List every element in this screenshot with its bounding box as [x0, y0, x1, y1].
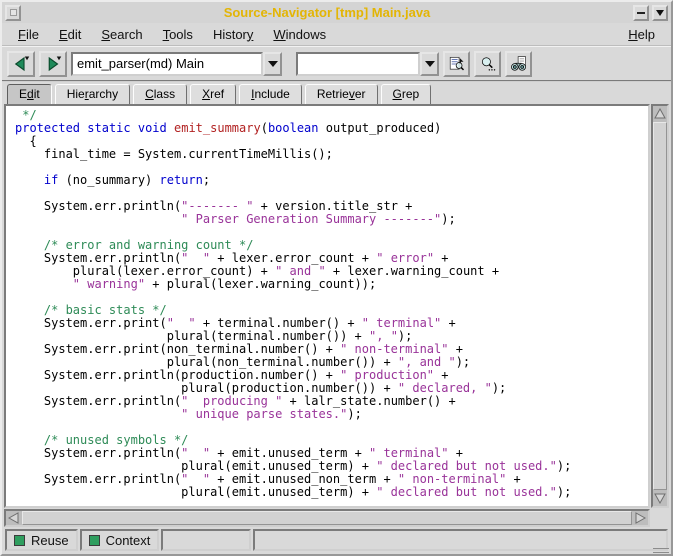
- retriever-binoculars-icon: [510, 53, 527, 75]
- tab-class[interactable]: Class: [133, 84, 187, 104]
- edit-document-icon: [448, 53, 465, 75]
- menu-file[interactable]: File: [8, 25, 49, 44]
- code-editor[interactable]: */protected static void emit_summary(boo…: [4, 104, 650, 508]
- context-toggle[interactable]: Context: [80, 529, 160, 551]
- forward-arrow-icon: [44, 53, 62, 75]
- back-button[interactable]: [7, 51, 35, 77]
- back-arrow-icon: [12, 53, 30, 75]
- scroll-up-button[interactable]: [653, 106, 667, 121]
- reuse-label: Reuse: [31, 533, 69, 548]
- code-line: final_time = System.currentTimeMillis();: [15, 148, 648, 161]
- editor-row: */protected static void emit_summary(boo…: [2, 104, 671, 508]
- tab-xref[interactable]: Xref: [190, 84, 236, 104]
- scroll-left-button[interactable]: [6, 511, 21, 525]
- symbol-combobox-arrow[interactable]: [263, 52, 282, 76]
- window-menu-button[interactable]: [5, 5, 21, 21]
- code-line: plural(emit.unused_term) + " declared bu…: [15, 486, 648, 499]
- scroll-down-icon: [654, 493, 666, 504]
- code-line: protected static void emit_summary(boole…: [15, 122, 648, 135]
- symbol-combobox: [71, 52, 282, 76]
- menu-windows[interactable]: Windows: [263, 25, 336, 44]
- scroll-down-button[interactable]: [653, 491, 667, 506]
- code-text[interactable]: */protected static void emit_summary(boo…: [15, 109, 648, 499]
- menu-search[interactable]: Search: [91, 25, 152, 44]
- scroll-left-icon: [8, 512, 19, 524]
- horizontal-scrollbar-thumb[interactable]: [22, 511, 632, 525]
- window-shade-icon: [656, 10, 664, 16]
- hscroll-row: [2, 509, 671, 527]
- chevron-down-icon: [268, 61, 278, 67]
- status-panel-wide: [253, 529, 668, 551]
- search-combobox: [296, 52, 439, 76]
- resize-grip[interactable]: [653, 548, 669, 553]
- menubar: File Edit Search Tools History Windows H…: [2, 23, 671, 46]
- search-button[interactable]: [474, 51, 501, 77]
- window-title: Source-Navigator [tmp] Main.java: [24, 5, 630, 20]
- code-line: " warning" + plural(lexer.warning_count)…: [15, 278, 648, 291]
- reuse-toggle[interactable]: Reuse: [5, 529, 78, 551]
- app-window: Source-Navigator [tmp] Main.java File Ed…: [0, 0, 673, 556]
- editor-button[interactable]: [443, 51, 470, 77]
- chevron-down-icon: [425, 61, 435, 67]
- menu-history[interactable]: History: [203, 25, 263, 44]
- forward-button[interactable]: [39, 51, 67, 77]
- symbol-combobox-input[interactable]: [71, 52, 263, 76]
- context-checkbox[interactable]: [89, 535, 100, 546]
- menu-tools[interactable]: Tools: [153, 25, 203, 44]
- scrollbar-corner: [650, 509, 669, 527]
- search-magnifier-icon: [479, 53, 496, 75]
- scroll-right-button[interactable]: [633, 511, 648, 525]
- vertical-scrollbar-thumb[interactable]: [653, 122, 667, 490]
- status-panel-small: [161, 529, 251, 551]
- scroll-right-icon: [635, 512, 646, 524]
- code-line: " Parser Generation Summary -------");: [15, 213, 648, 226]
- tab-grep[interactable]: Grep: [381, 84, 432, 104]
- tab-retriever[interactable]: Retriever: [305, 84, 378, 104]
- context-label: Context: [106, 533, 151, 548]
- menu-edit[interactable]: Edit: [49, 25, 91, 44]
- menu-help[interactable]: Help: [618, 25, 665, 44]
- search-combobox-arrow[interactable]: [420, 52, 439, 76]
- toolbar: [2, 46, 671, 82]
- tabbar: Edit Hierarchy Class Xref Include Retrie…: [2, 82, 671, 104]
- code-line: if (no_summary) return;: [15, 174, 648, 187]
- minimize-button[interactable]: [633, 5, 649, 21]
- code-line: " unique parse states.");: [15, 408, 648, 421]
- maximize-button[interactable]: [652, 5, 668, 21]
- scroll-up-icon: [654, 108, 666, 119]
- search-combobox-input[interactable]: [296, 52, 420, 76]
- tab-edit[interactable]: Edit: [7, 84, 52, 104]
- statusbar: Reuse Context: [2, 527, 671, 554]
- tab-include[interactable]: Include: [239, 84, 302, 104]
- titlebar[interactable]: Source-Navigator [tmp] Main.java: [2, 2, 671, 23]
- tab-hierarchy[interactable]: Hierarchy: [55, 84, 130, 104]
- retriever-button[interactable]: [505, 51, 532, 77]
- vertical-scrollbar[interactable]: [651, 104, 669, 508]
- horizontal-scrollbar[interactable]: [4, 509, 650, 527]
- minimize-icon: [637, 12, 645, 14]
- reuse-checkbox[interactable]: [14, 535, 25, 546]
- window-menu-icon: [10, 9, 17, 16]
